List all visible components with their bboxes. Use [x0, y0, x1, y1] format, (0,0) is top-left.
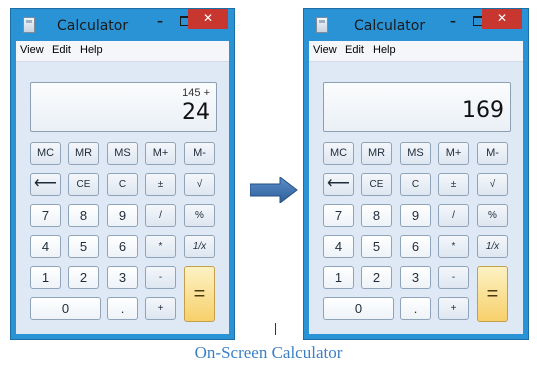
key-m-minus[interactable]: M-	[477, 142, 508, 165]
key-1[interactable]: 1	[323, 266, 354, 289]
key-ce[interactable]: CE	[68, 173, 99, 196]
calculator-app-icon	[23, 17, 35, 33]
key-4[interactable]: 4	[323, 235, 354, 258]
right-arrow-icon	[250, 177, 298, 203]
calculator-body: View Edit Help 169 MC MR MS M+ M- ⟵ CE C…	[309, 41, 523, 334]
calculator-display: 169	[323, 82, 511, 132]
key-equals[interactable]: =	[184, 266, 215, 322]
key-reciprocal[interactable]: 1/x	[477, 235, 508, 258]
key-0[interactable]: 0	[323, 297, 394, 320]
key-ms[interactable]: MS	[400, 142, 431, 165]
key-multiply[interactable]: *	[145, 235, 176, 258]
key-ce[interactable]: CE	[361, 173, 392, 196]
backspace-key[interactable]: ⟵	[323, 173, 354, 196]
key-add[interactable]: +	[145, 297, 176, 320]
key-3[interactable]: 3	[400, 266, 431, 289]
key-mr[interactable]: MR	[361, 142, 392, 165]
key-c[interactable]: C	[400, 173, 431, 196]
close-button[interactable]: ✕	[482, 9, 522, 29]
calculator-app-icon	[316, 17, 328, 33]
key-mr[interactable]: MR	[68, 142, 99, 165]
key-1[interactable]: 1	[30, 266, 61, 289]
menu-bar: View Edit Help	[309, 41, 523, 62]
key-multiply[interactable]: *	[438, 235, 469, 258]
key-percent[interactable]: %	[184, 204, 215, 227]
window-title: Calculator	[57, 18, 129, 34]
key-decimal[interactable]: .	[107, 297, 138, 320]
display-value: 24	[182, 100, 210, 125]
key-sqrt[interactable]: √	[477, 173, 508, 196]
key-c[interactable]: C	[107, 173, 138, 196]
backspace-key[interactable]: ⟵	[30, 173, 61, 196]
key-7[interactable]: 7	[323, 204, 354, 227]
key-0[interactable]: 0	[30, 297, 101, 320]
title-bar[interactable]: Calculator – ✕	[11, 9, 234, 41]
key-decimal[interactable]: .	[400, 297, 431, 320]
key-4[interactable]: 4	[30, 235, 61, 258]
calculator-display: 145 + 24	[30, 82, 217, 132]
menu-bar: View Edit Help	[16, 41, 229, 62]
title-bar[interactable]: Calculator – ✕	[304, 9, 528, 41]
key-reciprocal[interactable]: 1/x	[184, 235, 215, 258]
key-7[interactable]: 7	[30, 204, 61, 227]
key-m-minus[interactable]: M-	[184, 142, 215, 165]
key-2[interactable]: 2	[361, 266, 392, 289]
menu-view[interactable]: View	[20, 44, 44, 56]
key-5[interactable]: 5	[68, 235, 99, 258]
key-mc[interactable]: MC	[30, 142, 61, 165]
key-mc[interactable]: MC	[323, 142, 354, 165]
menu-help[interactable]: Help	[373, 44, 396, 56]
display-value: 169	[462, 98, 504, 123]
key-5[interactable]: 5	[361, 235, 392, 258]
menu-view[interactable]: View	[313, 44, 337, 56]
key-sqrt[interactable]: √	[184, 173, 215, 196]
key-m-plus[interactable]: M+	[438, 142, 469, 165]
key-subtract[interactable]: -	[438, 266, 469, 289]
menu-edit[interactable]: Edit	[52, 44, 71, 56]
key-percent[interactable]: %	[477, 204, 508, 227]
key-6[interactable]: 6	[107, 235, 138, 258]
key-divide[interactable]: /	[145, 204, 176, 227]
caption: On-Screen Calculator	[194, 343, 343, 362]
key-3[interactable]: 3	[107, 266, 138, 289]
text-cursor	[275, 323, 276, 335]
close-button[interactable]: ✕	[188, 9, 228, 29]
key-m-plus[interactable]: M+	[145, 142, 176, 165]
minimize-button[interactable]: –	[151, 13, 169, 31]
key-plus-minus[interactable]: ±	[145, 173, 176, 196]
key-add[interactable]: +	[438, 297, 469, 320]
key-divide[interactable]: /	[438, 204, 469, 227]
calculator-window-after: Calculator – ✕ View Edit Help 169 MC MR …	[303, 8, 529, 340]
menu-help[interactable]: Help	[80, 44, 103, 56]
key-equals[interactable]: =	[477, 266, 508, 322]
key-9[interactable]: 9	[107, 204, 138, 227]
calculator-body: View Edit Help 145 + 24 MC MR MS M+ M- ⟵…	[16, 41, 229, 334]
key-2[interactable]: 2	[68, 266, 99, 289]
key-8[interactable]: 8	[68, 204, 99, 227]
calculator-window-before: Calculator – ✕ View Edit Help 145 + 24 M…	[10, 8, 235, 340]
window-title: Calculator	[354, 18, 426, 34]
key-8[interactable]: 8	[361, 204, 392, 227]
minimize-button[interactable]: –	[444, 13, 462, 31]
key-ms[interactable]: MS	[107, 142, 138, 165]
key-9[interactable]: 9	[400, 204, 431, 227]
key-6[interactable]: 6	[400, 235, 431, 258]
key-plus-minus[interactable]: ±	[438, 173, 469, 196]
key-subtract[interactable]: -	[145, 266, 176, 289]
menu-edit[interactable]: Edit	[345, 44, 364, 56]
display-expression: 145 +	[182, 87, 210, 99]
